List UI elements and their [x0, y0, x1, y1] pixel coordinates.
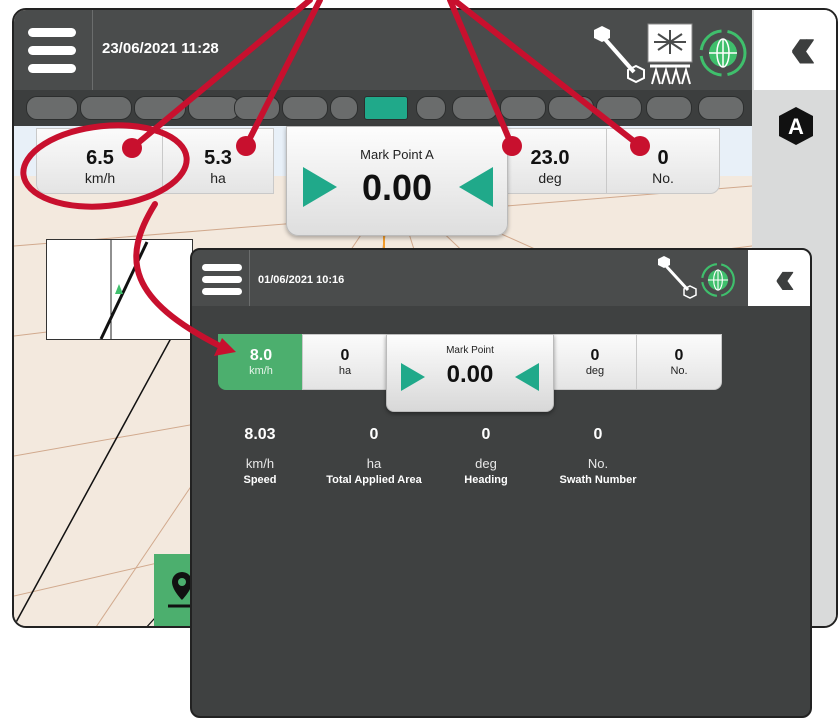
area-box[interactable]: 5.3 ha	[162, 128, 274, 194]
detail-area-value: 0	[369, 426, 379, 443]
speed-unit: km/h	[249, 365, 273, 377]
speed-value: 8.0	[249, 347, 273, 364]
swath-box[interactable]: 0 No.	[606, 128, 720, 194]
detail-swath-label: Swath Number	[559, 474, 637, 486]
topbar-divider	[92, 10, 93, 90]
mark-point-label: Mark Point A	[360, 147, 434, 162]
area-value: 5.3	[204, 147, 232, 169]
guidance-arrow-left-icon	[459, 167, 493, 207]
section-4[interactable]	[188, 96, 240, 120]
double-chevron-left-icon[interactable]: ‹‹	[754, 10, 836, 90]
section-5[interactable]	[234, 96, 280, 120]
section-3[interactable]	[134, 96, 186, 120]
double-chevron-left-icon[interactable]: ‹‹	[748, 250, 810, 306]
mark-point-box[interactable]: Mark Point 0.00	[386, 334, 554, 412]
mode-badge-label: A	[788, 114, 804, 139]
area-unit: ha	[210, 170, 226, 186]
guidance-arrow-right-icon	[401, 363, 425, 391]
swath-value: 0	[674, 347, 684, 364]
section-15[interactable]	[698, 96, 744, 120]
detail-swath-unit: No.	[587, 456, 609, 471]
section-7[interactable]	[330, 96, 358, 120]
section-8-active[interactable]	[364, 96, 408, 120]
detail-speed: 8.03 km/h Speed	[212, 426, 308, 487]
guidance-arrow-left-icon	[515, 363, 539, 391]
section-6[interactable]	[282, 96, 328, 120]
detail-heading: 0 deg Heading	[438, 426, 534, 487]
detail-speed-unit: km/h	[245, 456, 275, 471]
boom-sensor-icon[interactable]	[658, 256, 698, 302]
heading-value: 23.0	[530, 147, 570, 169]
swath-unit: No.	[670, 365, 688, 377]
date-time: 23/06/2021 11:28	[102, 40, 219, 57]
section-10[interactable]	[452, 96, 498, 120]
heading-box[interactable]: 23.0 deg	[492, 128, 608, 194]
heading-unit: deg	[538, 170, 562, 186]
menu-button[interactable]	[24, 22, 82, 80]
section-9[interactable]	[416, 96, 446, 120]
menu-button[interactable]	[202, 264, 242, 296]
section-11[interactable]	[500, 96, 546, 120]
section-13[interactable]	[596, 96, 642, 120]
heading-value: 0	[590, 347, 600, 364]
area-value: 0	[340, 347, 350, 364]
detail-heading-value: 0	[481, 426, 491, 443]
speed-value: 6.5	[86, 147, 114, 169]
heading-box[interactable]: 0 deg	[552, 334, 638, 390]
hamburger-menu-icon	[28, 28, 76, 37]
hamburger-menu-icon	[202, 264, 242, 271]
swath-value: 0	[657, 147, 669, 169]
date-time: 01/06/2021 10:16	[258, 274, 345, 286]
heading-unit: deg	[585, 365, 605, 377]
detail-swath-value: 0	[593, 426, 603, 443]
gnss-globe-icon[interactable]	[700, 262, 736, 298]
mode-a-hexagon-icon[interactable]: A	[776, 106, 816, 146]
topbar-divider	[249, 250, 250, 306]
area-box[interactable]: 0 ha	[302, 334, 388, 390]
detail-swath: 0 No. Swath Number	[550, 426, 646, 487]
sprayer-icon[interactable]	[646, 22, 694, 88]
detail-heading-unit: deg	[475, 456, 497, 471]
speed-box-highlighted[interactable]: 8.0 km/h	[218, 334, 304, 390]
detail-speed-label: Speed	[243, 474, 277, 486]
area-unit: ha	[338, 365, 352, 377]
swath-unit: No.	[652, 170, 674, 186]
detail-area: 0 ha Total Applied Area	[326, 426, 422, 487]
mark-point-box[interactable]: Mark Point A 0.00	[286, 126, 508, 236]
detail-heading-label: Heading	[464, 474, 508, 486]
guidance-arrow-right-icon	[303, 167, 337, 207]
speed-box[interactable]: 6.5 km/h	[36, 128, 164, 194]
section-2[interactable]	[80, 96, 132, 120]
gnss-globe-icon[interactable]	[698, 28, 748, 78]
detail-speed-value: 8.03	[244, 426, 276, 443]
mark-point-label: Mark Point	[446, 345, 494, 356]
boom-sensor-icon[interactable]	[592, 24, 648, 86]
section-14[interactable]	[646, 96, 692, 120]
swath-box[interactable]: 0 No.	[636, 334, 722, 390]
section-12[interactable]	[548, 96, 594, 120]
mini-map[interactable]	[46, 239, 193, 340]
detail-area-label: Total Applied Area	[326, 474, 422, 486]
front-device-screen: 01/06/2021 10:16 ‹‹ 8.0 km/h 0 ha 0 deg …	[190, 248, 812, 718]
detail-area-unit: ha	[366, 456, 382, 471]
speed-unit: km/h	[84, 170, 116, 186]
section-1[interactable]	[26, 96, 78, 120]
section-bar	[14, 90, 752, 126]
